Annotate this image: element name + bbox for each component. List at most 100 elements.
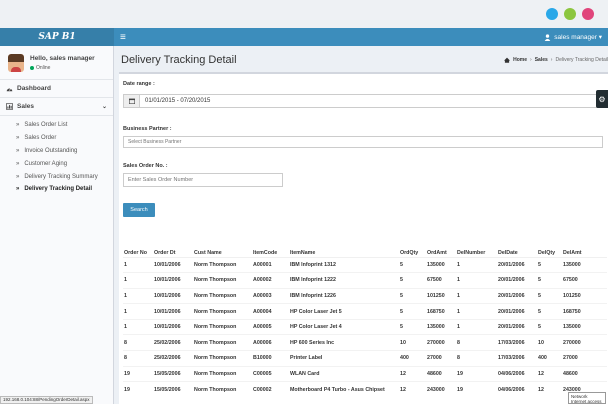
dashboard-icon <box>6 87 13 92</box>
table-cell: 8 <box>123 334 153 351</box>
table-cell: 27000 <box>426 350 456 367</box>
column-header[interactable]: DelNumber <box>456 235 497 258</box>
column-header[interactable]: OrdQty <box>399 235 426 258</box>
table-cell: C00005 <box>252 365 289 382</box>
table-row[interactable]: 1 10/01/2006 Norm Thompson A00003 IBM Infopr… <box>123 287 607 304</box>
table-row[interactable]: 19 15/05/2006 Norm Thompson C00002 Motherboa… <box>123 381 607 398</box>
column-header[interactable]: ItemName <box>289 235 399 258</box>
table-cell: 135000 <box>562 318 607 335</box>
sales-order-input[interactable] <box>123 173 283 187</box>
column-header[interactable]: ItemCode <box>252 235 289 258</box>
table-cell: 1 <box>123 303 153 320</box>
table-cell: B10000 <box>252 350 289 367</box>
column-header[interactable]: DelQty <box>537 235 562 258</box>
table-cell: A00001 <box>252 256 289 273</box>
table-cell: 5 <box>537 318 562 335</box>
user-menu[interactable]: sales manager ▾ <box>544 33 602 41</box>
table-cell: A00006 <box>252 334 289 351</box>
breadcrumb-sales[interactable]: Sales <box>535 57 548 63</box>
table-cell: 17/03/2006 <box>497 334 537 351</box>
table-cell: IBM Infoprint 1312 <box>289 256 399 273</box>
status-url: 192.168.0.104:88/PendingOrderDetail.aspx <box>0 396 93 404</box>
breadcrumb: Home › Sales › Delivery Tracking Detail <box>504 57 608 63</box>
table-cell: A00003 <box>252 287 289 304</box>
table-cell: Norm Thompson <box>193 287 252 304</box>
browser-frame <box>0 0 608 28</box>
table-cell: 8 <box>456 350 497 367</box>
pink-dot-icon[interactable] <box>582 8 594 20</box>
sidebar-subitem-label: Customer Aging <box>24 160 68 167</box>
table-cell: Norm Thompson <box>193 318 252 335</box>
green-dot-icon[interactable] <box>564 8 576 20</box>
sidebar-item-sales[interactable]: Sales ⌄ <box>0 98 113 116</box>
table-row[interactable]: 1 10/01/2006 Norm Thompson A00004 HP Color L… <box>123 303 607 320</box>
table-cell: Norm Thompson <box>193 365 252 382</box>
sidebar-item-dashboard[interactable]: Dashboard <box>0 80 113 98</box>
table-row[interactable]: 8 25/02/2006 Norm Thompson B10000 Printer La… <box>123 350 607 367</box>
sidebar-subitem[interactable]: » Customer Aging <box>0 157 113 170</box>
table-cell: 5 <box>399 272 426 289</box>
column-header[interactable]: OrdAmt <box>426 235 456 258</box>
table-cell: 15/05/2006 <box>153 365 193 382</box>
sidebar-subitem-label: Sales Order List <box>24 122 68 129</box>
table-cell: A00002 <box>252 272 289 289</box>
table-cell: 1 <box>456 303 497 320</box>
gear-icon[interactable]: ⚙ <box>596 90 608 108</box>
table-cell: 10/01/2006 <box>153 287 193 304</box>
table-cell: 135000 <box>426 318 456 335</box>
app-logo[interactable]: SAP B1 <box>0 28 114 46</box>
table-row[interactable]: 19 15/05/2006 Norm Thompson C00005 WLAN Card… <box>123 365 607 382</box>
table-cell: 25/02/2006 <box>153 350 193 367</box>
table-row[interactable]: 1 10/01/2006 Norm Thompson A00005 HP Color L… <box>123 318 607 335</box>
sidebar-subitem[interactable]: » Sales Order List <box>0 119 113 132</box>
table-cell: 04/06/2006 <box>497 365 537 382</box>
column-header[interactable]: Cust Name <box>193 235 252 258</box>
double-chevron-right-icon: » <box>16 160 20 167</box>
table-row[interactable]: 1 10/01/2006 Norm Thompson A00001 IBM Infopr… <box>123 256 607 273</box>
table-cell: 19 <box>456 365 497 382</box>
table-cell: 1 <box>456 287 497 304</box>
column-header[interactable]: Order No <box>123 235 153 258</box>
table-cell: 400 <box>399 350 426 367</box>
column-header[interactable]: DelDate <box>497 235 537 258</box>
sidebar-subitem[interactable]: » Delivery Tracking Summary <box>0 170 113 183</box>
table-cell: 10/01/2006 <box>153 272 193 289</box>
window-dots <box>546 8 594 20</box>
chevron-down-icon: ⌄ <box>101 104 107 110</box>
table-cell: Printer Label <box>289 350 399 367</box>
business-partner-select[interactable] <box>123 136 603 148</box>
sidebar-subitem[interactable]: » Invoice Outstanding <box>0 145 113 158</box>
search-button[interactable]: Search <box>123 203 155 217</box>
table-cell: 67500 <box>562 272 607 289</box>
hamburger-menu-icon[interactable]: ≡ <box>120 32 126 43</box>
column-header[interactable]: Order Dt <box>153 235 193 258</box>
date-range-picker[interactable]: 01/01/2015 - 07/20/2015 <box>123 94 603 108</box>
table-cell: 48600 <box>562 365 607 382</box>
table-cell: 67500 <box>426 272 456 289</box>
chart-icon <box>6 103 13 110</box>
table-cell: 5 <box>537 272 562 289</box>
sidebar-subitem[interactable]: » Delivery Tracking Detail <box>0 183 113 196</box>
table-cell: 5 <box>399 256 426 273</box>
table-cell: Norm Thompson <box>193 381 252 398</box>
table-body: 1 10/01/2006 Norm Thompson A00001 IBM Infopr… <box>123 256 607 398</box>
avatar <box>8 53 24 72</box>
table-cell: 12 <box>537 365 562 382</box>
table-row[interactable]: 8 25/02/2006 Norm Thompson A00006 HP 600 Ser… <box>123 334 607 351</box>
table-cell: 1 <box>123 318 153 335</box>
breadcrumb-home[interactable]: Home <box>513 57 527 63</box>
table-cell: 8 <box>123 350 153 367</box>
table-row[interactable]: 1 10/01/2006 Norm Thompson A00002 IBM Infopr… <box>123 272 607 289</box>
blue-dot-icon[interactable] <box>546 8 558 20</box>
column-header[interactable]: DelAmt <box>562 235 607 258</box>
sidebar: Hello, sales manager Online Dashboard Sa… <box>0 46 114 404</box>
sidebar-subitem[interactable]: » Sales Order <box>0 132 113 145</box>
sidebar-subitem-label: Invoice Outstanding <box>24 147 78 154</box>
double-chevron-right-icon: » <box>16 122 20 129</box>
network-status: Internet access <box>571 399 602 404</box>
table-cell: 400 <box>537 350 562 367</box>
table-cell: 270000 <box>426 334 456 351</box>
breadcrumb-sep: › <box>550 57 553 63</box>
table-cell: 20/01/2006 <box>497 303 537 320</box>
sidebar-subitem-label: Sales Order <box>24 135 57 142</box>
